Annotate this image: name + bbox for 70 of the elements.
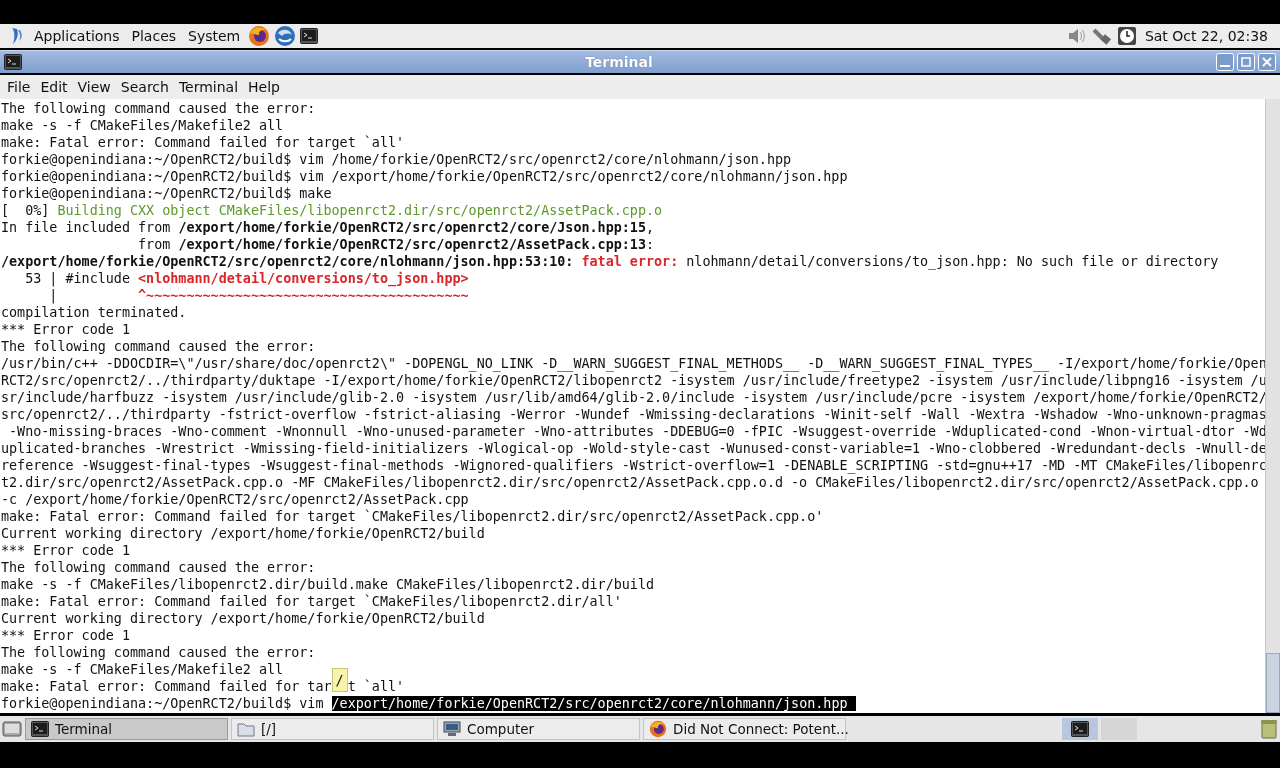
terminal-line: forkie@openindiana:~/OpenRCT2/build$ vim /export/home/forkie/OpenRCT2/src/openrct2/core/nlohmann/json.hpp — [1, 168, 848, 185]
terminal-line: /usr/bin/c++ -DDOCDIR=\"/usr/share/doc/openrct2\" -DOPENGL_NO_LINK -D__WARN_SUGGEST_FINAL_METHODS__ -D__WARN_SUGGEST_FINAL_TYPES__ -I/export/home/forkie/Open — [1, 355, 1265, 372]
terminal-line: make -s -f CMakeFiles/Makefile2 all — [1, 117, 284, 134]
clock-icon[interactable] — [1116, 26, 1137, 46]
terminal-line: The following command caused the error: — [1, 644, 316, 661]
terminal-line: In file included from /export/home/forkie/OpenRCT2/src/openrct2/core/Json.hpp:15, — [1, 219, 655, 236]
terminal-line: The following command caused the error: — [1, 338, 316, 355]
terminal-line: RCT2/src/openrct2/../thirdparty/duktape -I/export/home/forkie/OpenRCT2/libopenrct2 -isystem /usr/include/freetype2 -isystem /usr/include/libpng16 -isystem /u — [1, 372, 1265, 389]
terminal-line: forkie@openindiana:~/OpenRCT2/build$ vim /home/forkie/OpenRCT2/src/openrct2/core/nlohmann/json.hpp — [1, 151, 792, 168]
terminal-line: forkie@openindiana:~/OpenRCT2/build$ vim /export/home/forkie/OpenRCT2/src/openrct2/core/nlohmann/json.hpp — [1, 695, 856, 712]
terminal-line: make: Fatal error: Command failed for tar — [1, 678, 332, 695]
terminal-icon[interactable] — [300, 28, 319, 44]
panel-menu[interactable]: System — [184, 28, 245, 44]
menu-item[interactable]: Help — [243, 79, 285, 95]
taskbar-button[interactable]: Computer — [437, 718, 640, 740]
trash-icon[interactable] — [1260, 719, 1278, 739]
terminal-line: from /export/home/forkie/OpenRCT2/src/openrct2/AssetPack.cpp:13: — [137, 236, 655, 253]
computer-icon — [443, 721, 461, 737]
window-title: Terminal — [584, 54, 654, 70]
terminal-line: Current working directory /export/home/forkie/OpenRCT2/build — [1, 525, 485, 542]
terminal-line: compilation terminated. — [1, 304, 187, 321]
taskbar-button[interactable]: [/] — [231, 718, 434, 740]
globe-icon[interactable] — [274, 25, 297, 47]
terminal-line: src/openrct2/../thirdparty -fstrict-overflow -fstrict-aliasing -Werror -Wundef -Wmissing-declarations -Winit-self -Wall -Wextra -Wshadow -Wno-unknown-pragmas — [1, 406, 1265, 423]
terminal-line: *** Error code 1 — [1, 542, 130, 559]
panel-menu[interactable]: Applications — [30, 28, 124, 44]
terminal-icon — [4, 54, 22, 70]
terminal-line: forkie@openindiana:~/OpenRCT2/build$ make — [1, 185, 332, 202]
terminal-icon — [1071, 721, 1089, 737]
show-desktop-icon[interactable] — [2, 720, 22, 738]
speaker-icon[interactable] — [1066, 27, 1087, 45]
menu-item[interactable]: Edit — [35, 79, 73, 95]
close-icon[interactable] — [1258, 53, 1276, 71]
taskbar-button[interactable]: Did Not Connect: Potent... — [643, 718, 846, 740]
terminal-line: t2.dir/src/openrct2/AssetPack.cpp.o -MF CMakeFiles/libopenrct2.dir/src/openrct2/AssetPack.cpp.o.d -o CMakeFiles/libopenrct2.dir/src/openrct2/AssetPack.cpp.o — [1, 474, 1259, 491]
menu-item[interactable]: Terminal — [173, 79, 244, 95]
minimize-icon[interactable] — [1216, 53, 1234, 71]
terminal-line: Current working directory /export/home/forkie/OpenRCT2/build — [1, 610, 485, 627]
terminal-line: The following command caused the error: — [1, 100, 316, 117]
firefox-icon — [649, 720, 667, 738]
terminal-line: make: Fatal error: Command failed for target `CMakeFiles/libopenrct2.dir/src/openrct2/AssetPack.cpp.o' — [1, 508, 824, 525]
terminal-line: sr/include/harfbuzz -isystem /usr/include/glib-2.0 -isystem /usr/lib/amd64/glib-2.0/include -isystem /usr/include/pcre -isystem /export/home/forkie/OpenRCT2/ — [1, 389, 1265, 406]
terminal-line: make -s -f CMakeFiles/Makefile2 all — [1, 661, 284, 678]
terminal-line: -c /export/home/forkie/OpenRCT2/src/openrct2/AssetPack.cpp — [1, 491, 469, 508]
terminal-line: | ^~~~~~~~~~~~~~~~~~~~~~~~~~~~~~~~~~~~~~~~~ — [48, 287, 469, 304]
maximize-icon[interactable] — [1237, 53, 1255, 71]
terminal-line: t `all' — [347, 678, 405, 695]
terminal-line: reference -Wsuggest-final-types -Wsuggest-final-methods -Wignored-qualifiers -Wstrict-overflow=1 -DENABLE_SCRIPTING -std=gnu++17 -MD -MT CMakeFiles/libopenrc — [1, 457, 1265, 474]
tooltip: / — [331, 668, 348, 692]
terminal-line: 53 | #include <nlohmann/detail/conversions/to_json.hpp> — [24, 270, 469, 287]
terminal-line: make -s -f CMakeFiles/libopenrct2.dir/build.make CMakeFiles/libopenrct2.dir/build — [1, 576, 654, 593]
terminal-line: The following command caused the error: — [1, 559, 316, 576]
taskbar-button[interactable]: Terminal — [25, 718, 228, 740]
menu-item[interactable]: View — [72, 79, 116, 95]
panel-clock[interactable]: Sat Oct 22, 02:38 — [1140, 28, 1274, 44]
terminal-line: /export/home/forkie/OpenRCT2/src/openrct2/core/nlohmann/json.hpp:53:10: fatal error: nlohmann/detail/conversions/to_json.hpp: No such file or directory — [1, 253, 1219, 270]
terminal-line: [ 0%] Building CXX object CMakeFiles/libopenrct2.dir/src/openrct2/AssetPack.cpp.o — [1, 202, 663, 219]
terminal-line: *** Error code 1 — [1, 321, 130, 338]
terminal-line: make: Fatal error: Command failed for target `CMakeFiles/libopenrct2.dir/all' — [1, 593, 622, 610]
menu-item[interactable]: Search — [115, 79, 174, 95]
panel-menu[interactable]: Places — [127, 28, 181, 44]
scrollbar[interactable] — [1265, 99, 1280, 713]
firefox-icon[interactable] — [248, 25, 271, 47]
terminal-icon — [31, 721, 49, 737]
terminal-line: *** Error code 1 — [1, 627, 130, 644]
folder-icon — [237, 721, 255, 737]
terminal-line: make: Fatal error: Command failed for target `all' — [1, 134, 405, 151]
terminal-line: -Wno-missing-braces -Wno-comment -Wnonnull -Wno-unused-parameter -Wno-attributes -DDEBUG=0 -fPIC -Wsuggest-override -Wduplicated-cond -Wnon-virtual-dtor -Wd — [8, 423, 1265, 440]
menu-item[interactable]: File — [2, 79, 36, 95]
workspace-button[interactable] — [1062, 718, 1098, 740]
